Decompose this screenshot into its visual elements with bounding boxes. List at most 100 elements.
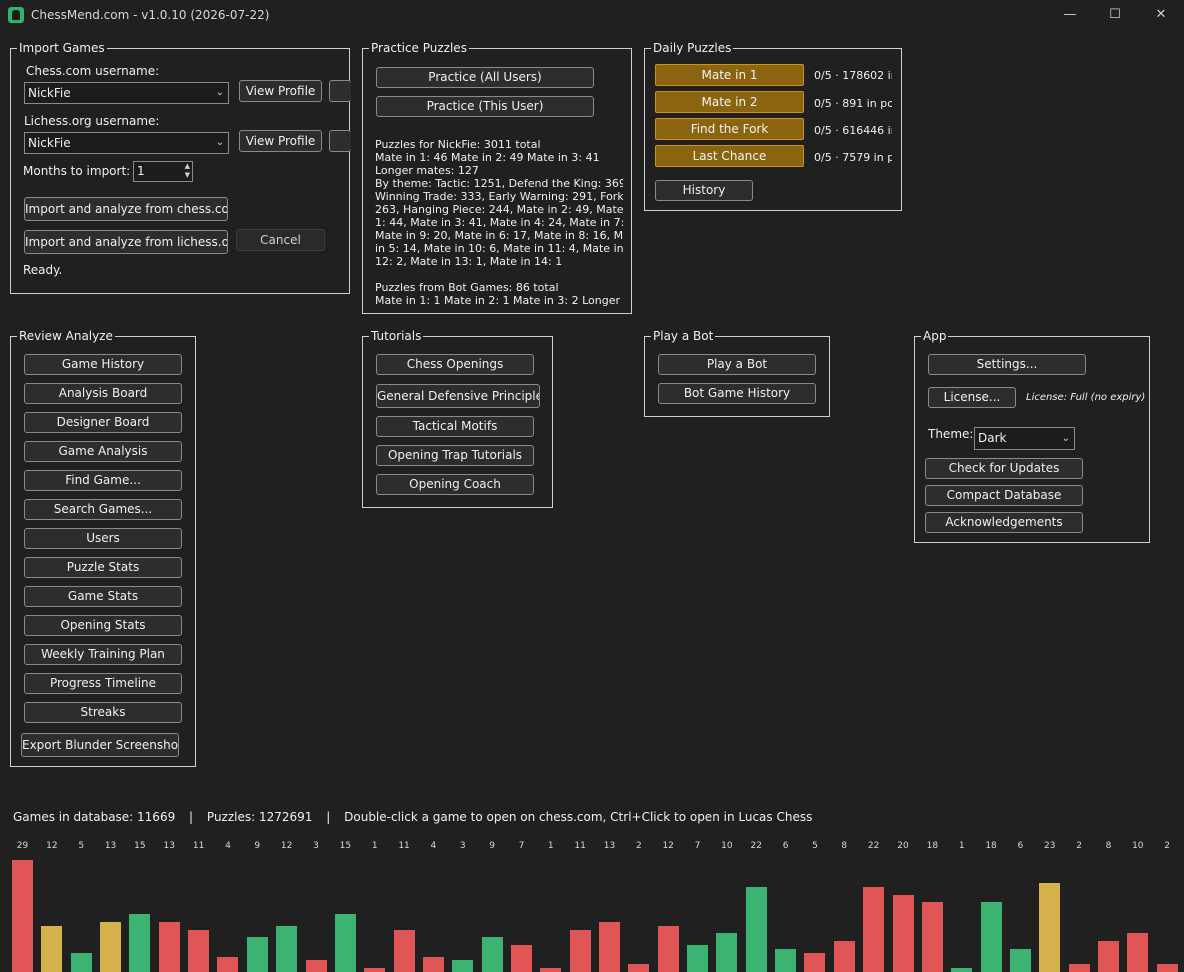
maximize-button[interactable]: ☐ [1092, 0, 1138, 31]
play-bot-button[interactable]: Play a Bot [658, 354, 816, 375]
chart-bar[interactable] [1009, 949, 1031, 972]
review-item-opening-stats[interactable]: Opening Stats [24, 615, 182, 636]
chess-username-combo[interactable]: NickFie ⌄ [24, 82, 229, 104]
spin-arrows-icon[interactable]: ▲ ▼ [185, 162, 190, 180]
close-button[interactable]: ✕ [1138, 0, 1184, 31]
review-item-game-analysis[interactable]: Game Analysis [24, 441, 182, 462]
cancel-button[interactable]: Cancel [236, 229, 325, 251]
chart-bar[interactable] [129, 914, 151, 972]
import-lichess-button[interactable]: Import and analyze from lichess.org [24, 230, 228, 254]
lichess-view-profile-button[interactable]: View Profile [239, 130, 322, 152]
review-item-game-history[interactable]: Game History [24, 354, 182, 375]
bar-value-label: 4 [430, 841, 437, 851]
chart-bar[interactable] [833, 941, 855, 972]
chart-bar[interactable] [510, 945, 532, 972]
puzzle-summary-line: Mate in 9: 20, Mate in 6: 17, Mate in 8:… [375, 229, 623, 242]
bot-game-history-button[interactable]: Bot Game History [658, 383, 816, 404]
minimize-button[interactable]: — [1047, 0, 1093, 31]
app-group: App Settings... License... License: Full… [914, 328, 1150, 543]
lichess-username-label: Lichess.org username: [24, 114, 160, 128]
chart-bar[interactable] [863, 887, 885, 972]
chart-bar[interactable] [1097, 941, 1119, 972]
chart-bar[interactable] [246, 937, 268, 972]
review-item-designer-board[interactable]: Designer Board [24, 412, 182, 433]
practice-all-users-button[interactable]: Practice (All Users) [376, 67, 594, 88]
chess-openings-button[interactable]: Chess Openings [376, 354, 534, 375]
chart-bar[interactable] [569, 930, 591, 972]
chart-bar[interactable] [1068, 964, 1090, 972]
chart-bar[interactable] [804, 953, 826, 972]
chart-bar[interactable] [1127, 933, 1149, 972]
license-button[interactable]: License... [928, 387, 1016, 408]
theme-select[interactable]: Dark ⌄ [974, 427, 1075, 450]
review-item-analysis-board[interactable]: Analysis Board [24, 383, 182, 404]
daily-mate-in-1-stat: 0/5 · 178602 in [814, 69, 892, 82]
review-item-game-stats[interactable]: Game Stats [24, 586, 182, 607]
opening-trap-tutorials-button[interactable]: Opening Trap Tutorials [376, 445, 534, 466]
chart-bar[interactable] [687, 945, 709, 972]
chart-bar[interactable] [158, 922, 180, 972]
status-separator: | [189, 810, 194, 824]
chart-bar[interactable] [217, 957, 239, 972]
daily-last-chance-button[interactable]: Last Chance [655, 145, 804, 167]
review-item-puzzle-stats[interactable]: Puzzle Stats [24, 557, 182, 578]
chart-bar[interactable] [540, 968, 562, 972]
tactical-motifs-button[interactable]: Tactical Motifs [376, 416, 534, 437]
chart-bar[interactable] [1039, 883, 1061, 972]
review-item-users[interactable]: Users [24, 528, 182, 549]
defensive-principles-button[interactable]: General Defensive Principles [376, 384, 540, 408]
daily-mate-in-2-button[interactable]: Mate in 2 [655, 91, 804, 113]
chess-view-profile-button[interactable]: View Profile [239, 80, 322, 102]
settings-button[interactable]: Settings... [928, 354, 1086, 375]
chart-bar[interactable] [422, 957, 444, 972]
daily-find-the-fork-button[interactable]: Find the Fork [655, 118, 804, 140]
chart-bar[interactable] [100, 922, 122, 972]
bar-value-label: 5 [812, 841, 818, 851]
chart-bar[interactable] [921, 902, 943, 972]
puzzle-summary-line: 1: 44, Mate in 3: 41, Mate in 4: 24, Mat… [375, 216, 623, 229]
lichess-username-combo[interactable]: NickFie ⌄ [24, 132, 229, 154]
game-results-bar-chart: 29 12 5 13 15 13 11 4 9 12 3 15 1 11 4 3 9 7 1 11 13 2 12 7 10 22… [0, 836, 1184, 972]
chart-bar[interactable] [980, 902, 1002, 972]
chart-bar[interactable] [1156, 964, 1178, 972]
opening-coach-button[interactable]: Opening Coach [376, 474, 534, 495]
daily-history-button[interactable]: History [655, 180, 753, 201]
chart-bar[interactable] [276, 926, 298, 972]
chart-bar[interactable] [716, 933, 738, 972]
check-updates-button[interactable]: Check for Updates [925, 458, 1083, 479]
chart-bar[interactable] [305, 960, 327, 972]
chart-bar[interactable] [393, 930, 415, 972]
chart-bar[interactable] [745, 887, 767, 972]
bar-value-label: 11 [192, 841, 205, 851]
review-item-streaks[interactable]: Streaks [24, 702, 182, 723]
chart-bar[interactable] [892, 895, 914, 972]
review-item-progress-timeline[interactable]: Progress Timeline [24, 673, 182, 694]
bar-value-label: 12 [46, 841, 58, 851]
chart-bar[interactable] [481, 937, 503, 972]
review-item-weekly-training-plan[interactable]: Weekly Training Plan [24, 644, 182, 665]
chart-bar[interactable] [41, 926, 63, 972]
export-blunder-screenshots-button[interactable]: Export Blunder Screenshots [21, 733, 179, 757]
bar-value-label: 2 [635, 841, 642, 851]
review-item-find-game[interactable]: Find Game... [24, 470, 182, 491]
chart-bar[interactable] [12, 860, 33, 972]
chart-bar[interactable] [775, 949, 797, 972]
practice-this-user-button[interactable]: Practice (This User) [376, 96, 594, 117]
lichess-extra-button[interactable] [329, 130, 351, 152]
acknowledgements-button[interactable]: Acknowledgements [925, 512, 1083, 533]
import-chess-button[interactable]: Import and analyze from chess.com [24, 197, 228, 221]
months-spinbox[interactable]: 1 ▲ ▼ [133, 161, 193, 182]
daily-mate-in-1-button[interactable]: Mate in 1 [655, 64, 804, 86]
chart-bar[interactable] [452, 960, 474, 972]
chart-bar[interactable] [188, 930, 210, 972]
chess-extra-button[interactable] [329, 80, 351, 102]
chart-bar[interactable] [657, 926, 679, 972]
chart-bar[interactable] [364, 968, 386, 972]
chart-bar[interactable] [599, 922, 620, 972]
chart-bar[interactable] [334, 914, 356, 972]
compact-database-button[interactable]: Compact Database [925, 485, 1083, 506]
review-item-search-games[interactable]: Search Games... [24, 499, 182, 520]
chart-bar[interactable] [628, 964, 650, 972]
chart-bar[interactable] [951, 968, 973, 972]
chart-bar[interactable] [70, 953, 92, 972]
